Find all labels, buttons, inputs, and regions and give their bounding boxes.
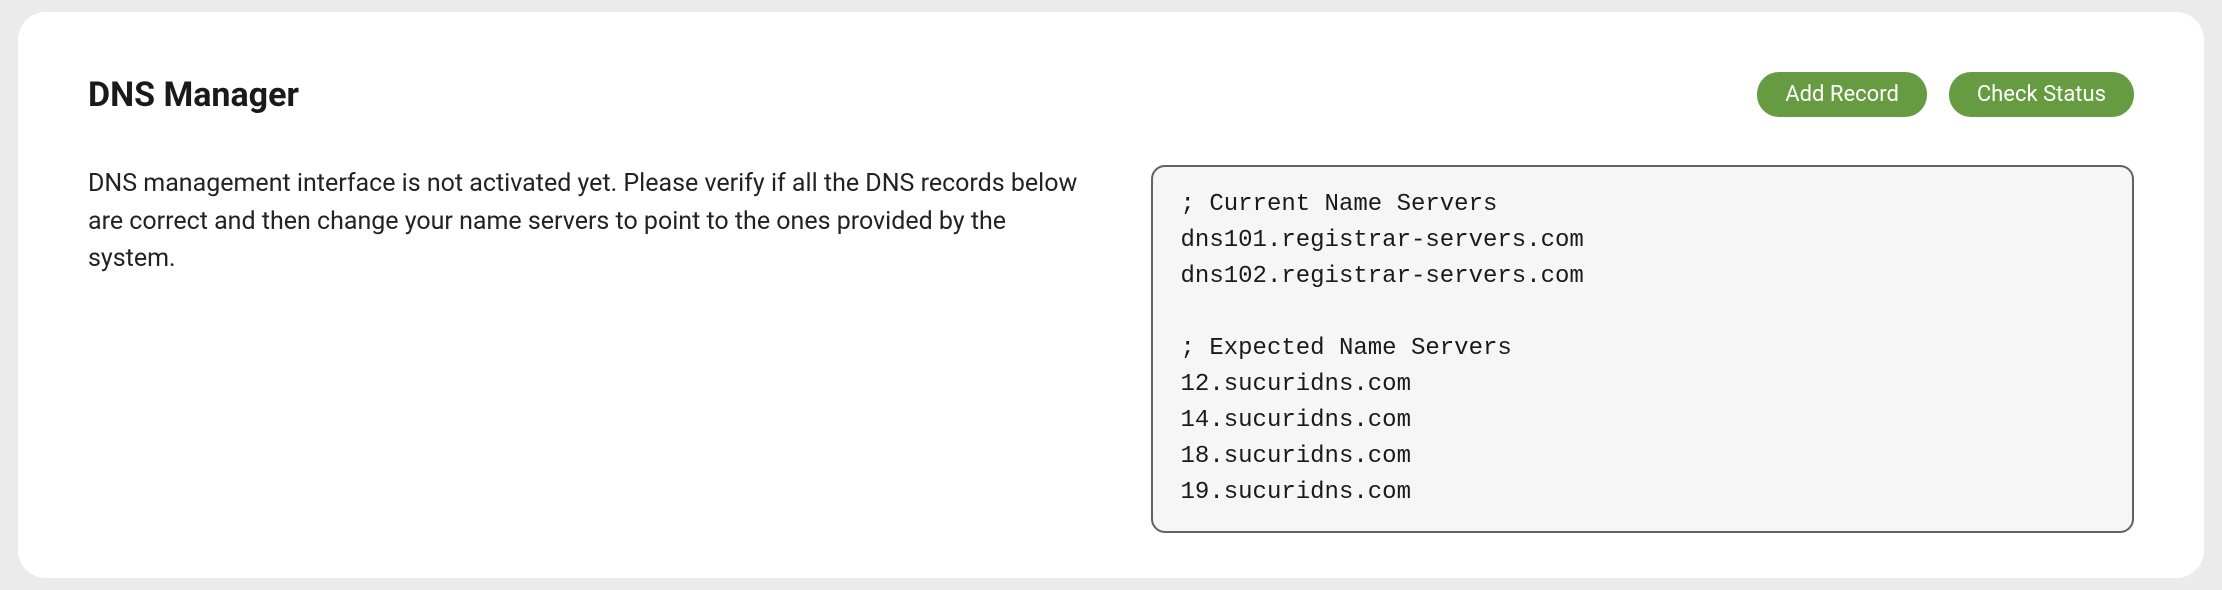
description-text: DNS management interface is not activate… [88, 165, 1091, 278]
name-servers-code-block: ; Current Name Servers dns101.registrar-… [1151, 165, 2134, 533]
button-group: Add Record Check Status [1757, 72, 2134, 117]
code-column: ; Current Name Servers dns101.registrar-… [1151, 165, 2134, 533]
description-column: DNS management interface is not activate… [88, 165, 1091, 278]
add-record-button[interactable]: Add Record [1757, 72, 1927, 117]
dns-manager-panel: DNS Manager Add Record Check Status DNS … [18, 12, 2204, 578]
page-title: DNS Manager [88, 75, 299, 115]
header-row: DNS Manager Add Record Check Status [88, 72, 2134, 117]
content-row: DNS management interface is not activate… [88, 165, 2134, 533]
check-status-button[interactable]: Check Status [1949, 72, 2134, 117]
